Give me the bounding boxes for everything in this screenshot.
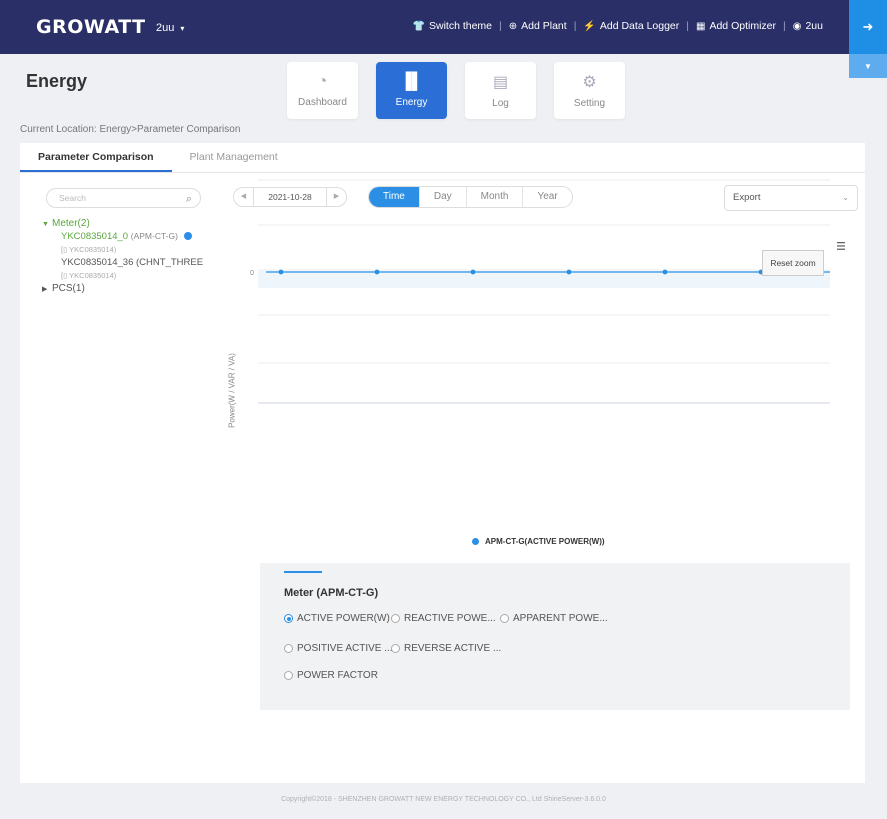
caret-down-icon: ▼	[42, 221, 49, 228]
top-actions: 👕 Switch theme | ⊕ Add Plant | ⚡ Add Dat…	[413, 20, 823, 32]
sn-icon: [▯	[61, 245, 68, 254]
data-point	[470, 269, 476, 275]
data-point	[374, 269, 380, 275]
radio-unchecked[interactable]	[391, 614, 400, 623]
data-point	[662, 269, 668, 275]
add-data-logger-label: Add Data Logger	[599, 20, 680, 32]
tree-group-pcs[interactable]: ▶ PCS(1)	[42, 282, 203, 295]
collapse-toggle[interactable]: ▼	[849, 54, 887, 78]
param-option-apparent-power[interactable]: APPARENT POWE...	[500, 613, 608, 624]
chevron-down-icon: ▾	[180, 24, 185, 33]
tree-group-meter[interactable]: ▼ Meter(2)	[42, 217, 203, 230]
chart-zero-band	[258, 270, 830, 288]
legend-label: APM-CT-G(ACTIVE POWER(W))	[485, 537, 605, 546]
param-option-label: POSITIVE ACTIVE ...	[297, 643, 393, 654]
tree-item-sn-text: YKC0835014	[69, 245, 114, 254]
tree-item-meter-36[interactable]: YKC0835014_36 (CHNT_THREE	[42, 256, 203, 269]
account-button[interactable]: ◉ 2uu	[793, 20, 823, 32]
shirt-icon: 👕	[412, 20, 425, 32]
switch-theme-label: Switch theme	[428, 20, 493, 32]
tree-item-sn-text: YKC0835014	[69, 271, 114, 280]
param-option-label: POWER FACTOR	[297, 670, 378, 681]
breadcrumb: Current Location: Energy>Parameter Compa…	[20, 124, 241, 135]
parameter-panel: Meter (APM-CT-G) ACTIVE POWER(W) REACTIV…	[260, 563, 850, 710]
chip-icon: ▦	[696, 20, 706, 32]
param-option-label: REACTIVE POWE...	[404, 613, 496, 624]
user-dropdown-label: 2uu	[156, 22, 175, 34]
radio-unchecked[interactable]	[284, 644, 293, 653]
param-option-label: ACTIVE POWER(W)	[297, 613, 390, 624]
area-fill	[258, 270, 830, 288]
logout-icon: ➜	[862, 19, 874, 34]
chevron-down-icon: ⌄	[842, 193, 849, 202]
tree-item-model: (APM-CT-G)	[130, 231, 178, 241]
switch-theme-button[interactable]: 👕 Switch theme	[413, 20, 492, 32]
plant-user-dropdown[interactable]: 2uu ▾	[156, 22, 184, 34]
tree-item-name: YKC0835014_36	[61, 257, 134, 268]
add-data-logger-button[interactable]: ⚡ Add Data Logger	[583, 20, 679, 32]
add-optimizer-button[interactable]: ▦ Add Optimizer	[696, 20, 776, 32]
radio-checked[interactable]	[284, 614, 293, 623]
radio-unchecked[interactable]	[500, 614, 509, 623]
param-option-reverse-active[interactable]: REVERSE ACTIVE ...	[391, 643, 501, 654]
chart-ticks: 0137.5	[250, 270, 254, 277]
power-chart: 0137.5	[250, 179, 830, 404]
reset-zoom-button[interactable]: Reset zoom	[762, 250, 824, 276]
device-tree: ▼ Meter(2) YKC0835014_0 (APM-CT-G) [▯ YKC…	[42, 217, 203, 295]
y-tick-label: 0	[250, 270, 254, 277]
param-option-active-power[interactable]: ACTIVE POWER(W)	[284, 613, 390, 624]
footer-copyright: Copyright©2018 - SHENZHEN GROWATT NEW EN…	[281, 796, 606, 803]
plug-icon: ⚡	[583, 20, 596, 32]
tree-group-label: PCS(1)	[52, 283, 85, 294]
param-option-power-factor[interactable]: POWER FACTOR	[284, 670, 378, 681]
param-option-label: APPARENT POWE...	[513, 613, 608, 624]
page-title: Energy	[26, 71, 88, 91]
tree-item-model: (CHNT_THREE	[136, 257, 204, 268]
param-option-label: REVERSE ACTIVE ...	[404, 643, 502, 654]
growatt-logo[interactable]: GROWATT	[36, 16, 146, 38]
tree-item-meter-0[interactable]: YKC0835014_0 (APM-CT-G)	[42, 230, 203, 243]
sn-close: )	[113, 245, 117, 254]
sn-icon: [▯	[61, 271, 68, 280]
search-icon[interactable]: ⌕	[186, 190, 192, 208]
chart-legend[interactable]: APM-CT-G(ACTIVE POWER(W))	[472, 537, 605, 546]
account-label: 2uu	[805, 20, 823, 32]
top-navbar: GROWATT 2uu ▾ 👕 Switch theme | ⊕ Add Pla…	[0, 0, 887, 54]
search-placeholder: Search	[59, 193, 86, 203]
add-plant-label: Add Plant	[521, 20, 567, 32]
chart-y-axis-label: Power(W / VAR / VA)	[227, 353, 237, 428]
divider: |	[499, 20, 502, 32]
legend-marker	[472, 538, 479, 545]
divider: |	[573, 20, 577, 32]
tree-item-sn: [▯ YKC0835014)	[42, 269, 203, 282]
param-title: Meter (APM-CT-G)	[284, 587, 379, 599]
param-accent-line	[284, 571, 322, 573]
add-optimizer-label: Add Optimizer	[709, 20, 776, 32]
hamburger-icon[interactable]	[836, 241, 846, 251]
radio-unchecked[interactable]	[391, 644, 400, 653]
user-circle-icon: ◉	[792, 20, 802, 32]
tree-item-sn: [▯ YKC0835014)	[42, 243, 203, 256]
chart-grid	[258, 179, 830, 404]
caret-right-icon: ▶	[42, 286, 48, 293]
data-point	[278, 269, 284, 275]
param-option-reactive-power[interactable]: REACTIVE POWE...	[391, 613, 496, 624]
chevron-down-icon: ▼	[864, 61, 872, 71]
divider: |	[783, 20, 786, 32]
divider: |	[686, 20, 690, 32]
search-input[interactable]: Search ⌕	[46, 188, 201, 208]
radio-unchecked[interactable]	[284, 671, 293, 680]
logout-button[interactable]: ➜	[849, 0, 887, 54]
data-point	[566, 269, 572, 275]
check-icon	[183, 232, 192, 241]
tree-item-name: YKC0835014_0	[61, 231, 129, 242]
plus-circle-icon: ⊕	[508, 20, 518, 32]
add-plant-button[interactable]: ⊕ Add Plant	[509, 20, 567, 32]
tab-parameter-comparison[interactable]: Parameter Comparison	[20, 143, 172, 172]
tree-group-label: Meter(2)	[52, 218, 90, 229]
param-option-positive-active[interactable]: POSITIVE ACTIVE ...	[284, 643, 393, 654]
sn-close: )	[113, 271, 117, 280]
